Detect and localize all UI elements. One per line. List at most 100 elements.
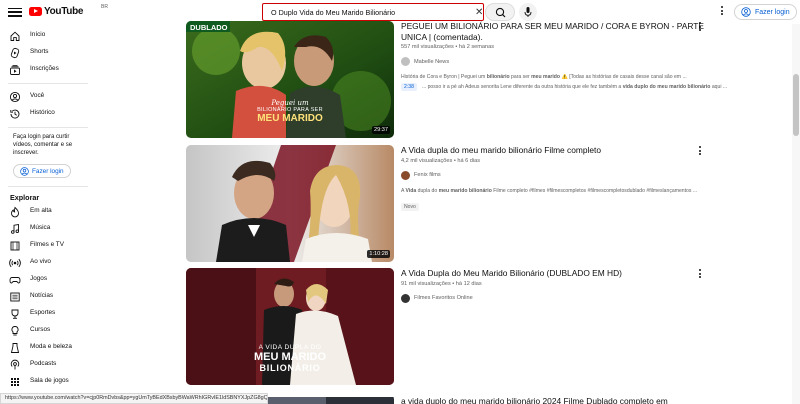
search-input[interactable] [271, 7, 461, 18]
sidebar-item-music[interactable]: Música [0, 221, 88, 237]
subscriptions-icon [10, 64, 20, 75]
sidebar-item-home[interactable]: Início [0, 28, 88, 44]
sidebar-item-label: Início [30, 31, 46, 38]
video-title[interactable]: A Vida dupla do meu marido bilionário Fi… [401, 145, 731, 156]
fashion-icon [10, 343, 20, 353]
home-icon [10, 31, 20, 41]
trending-icon [11, 206, 19, 218]
courses-icon [11, 326, 19, 336]
microphone-icon [524, 7, 532, 17]
account-icon [20, 166, 29, 176]
channel-link[interactable]: Fenix films [401, 170, 731, 180]
channel-link[interactable]: Filmes Favoritos Online [401, 293, 731, 303]
sidebar-item-news[interactable]: Notícias [0, 289, 88, 305]
video-meta: 4,2 mil visualizações • há 6 dias [401, 157, 481, 164]
channel-name: Filmes Favoritos Online [414, 295, 473, 301]
thumbnail-image [186, 145, 394, 262]
gaming-icon [9, 277, 21, 284]
sidebar-item-label: Histórico [30, 109, 55, 116]
news-icon [10, 292, 20, 302]
scrollbar-thumb[interactable] [793, 74, 799, 136]
sidebar-item-gaming[interactable]: Jogos [0, 272, 88, 288]
video-title[interactable]: A Vida Dupla do Meu Marido Bilionário (D… [401, 268, 731, 279]
chapter-text: ... posso ir a pé ah Adeus senorita Lene… [421, 84, 728, 90]
explore-heading: Explorar [10, 193, 40, 202]
video-result[interactable]: a vida duplo do meu marido bilionário 20… [186, 394, 786, 404]
sidebar-item-movies[interactable]: Filmes e TV [0, 238, 88, 254]
sidebar-item-subscriptions[interactable]: Inscrições [0, 62, 88, 78]
shorts-icon [10, 47, 20, 59]
live-icon [9, 258, 21, 268]
youtube-logo[interactable]: YouTube BR [29, 4, 108, 17]
sidebar-item-courses[interactable]: Cursos [0, 323, 88, 339]
sidebar-item-label: Ao vivo [30, 258, 51, 265]
sidebar-item-fashion[interactable]: Moda e beleza [0, 340, 88, 356]
sidebar-item-trending[interactable]: Em alta [0, 204, 88, 220]
sidebar-item-label: Jogos [30, 275, 48, 282]
sidebar-item-sports[interactable]: Esportes [0, 306, 88, 322]
sidebar-item-shorts[interactable]: Shorts [0, 45, 88, 61]
sidebar-item-label: Cursos [30, 326, 51, 333]
video-result[interactable]: A VIDA DUPLA DO MEU MARIDO BILIONÁRIO A … [186, 268, 786, 388]
sidebar-item-playables[interactable]: Sala de jogos [0, 374, 88, 390]
video-duration: 29:37 [372, 126, 390, 134]
sidebar-item-history[interactable]: Histórico [0, 106, 88, 122]
video-result[interactable]: DUBLADO Peguei um BILIONÁRIO PARA SER ME… [186, 21, 786, 141]
search-button[interactable] [485, 3, 515, 21]
channel-link[interactable]: Mabelle News [401, 57, 731, 66]
video-title[interactable]: PEGUEI UM BILIONÁRIO PARA SER MEU MARIDO… [401, 21, 731, 42]
sidebar-item-label: Música [30, 224, 51, 231]
music-icon [11, 223, 20, 234]
sidebar-divider [8, 127, 88, 128]
video-meta: 557 mil visualizações • há 2 semanas [401, 44, 495, 50]
link-status-bar: https://www.youtube.com/watch?v=cjp0RmDv… [0, 393, 268, 404]
video-title[interactable]: a vida duplo do meu marido bilionário 20… [401, 396, 731, 404]
more-actions-icon[interactable] [697, 145, 703, 157]
channel-name: Fenix films [414, 172, 441, 178]
sidebar-item-label: Em alta [30, 207, 52, 214]
settings-more-icon[interactable] [720, 5, 724, 19]
more-actions-icon[interactable] [697, 21, 703, 33]
more-actions-icon[interactable] [697, 268, 703, 280]
voice-search-button[interactable] [519, 3, 537, 21]
playables-icon [11, 378, 19, 386]
thumbnail-text: BILIONÁRIO [259, 363, 321, 373]
hamburger-menu-icon[interactable] [8, 5, 22, 19]
sidebar-item-you[interactable]: Você [0, 89, 88, 105]
sports-icon [11, 309, 19, 319]
history-icon [10, 109, 20, 119]
login-button[interactable]: Fazer login [734, 4, 797, 20]
sidebar-login-button[interactable]: Fazer login [13, 164, 71, 178]
channel-avatar [401, 57, 410, 66]
sidebar-item-label: Podcasts [30, 360, 57, 367]
video-thumbnail[interactable]: DUBLADO Peguei um BILIONÁRIO PARA SER ME… [186, 21, 394, 138]
video-thumbnail[interactable]: A VIDA DUPLA DO MEU MARIDO BILIONÁRIO [186, 268, 394, 385]
video-thumbnail[interactable]: 1:10:28 [186, 145, 394, 262]
channel-avatar [401, 293, 410, 303]
search-icon [495, 7, 506, 18]
movies-icon [10, 241, 20, 251]
sidebar-item-label: Sala de jogos [30, 377, 69, 384]
video-result[interactable]: 1:10:28 A Vida dupla do meu marido bilio… [186, 145, 786, 265]
sidebar-item-label: Esportes [30, 309, 56, 316]
clear-search-icon[interactable]: ✕ [475, 7, 483, 18]
sidebar-divider [8, 83, 88, 84]
podcast-icon [10, 359, 20, 370]
sidebar-divider [8, 186, 88, 187]
sidebar-item-label: Filmes e TV [30, 241, 64, 248]
sidebar-item-live[interactable]: Ao vivo [0, 255, 88, 271]
page-scrollbar[interactable] [792, 24, 800, 404]
sidebar-item-label: Notícias [30, 292, 54, 299]
login-prompt-text: Faça login para curtir vídeos, comentar … [13, 134, 73, 157]
sidebar-item-podcasts[interactable]: Podcasts [0, 357, 88, 373]
user-icon [9, 91, 21, 103]
video-duration: 1:10:28 [367, 250, 390, 258]
login-label: Fazer login [755, 8, 790, 16]
youtube-play-icon [29, 7, 42, 16]
chapter-snippet[interactable]: 2:38 ... posso ir a pé ah Adeus senorita… [401, 83, 731, 91]
new-badge: Novo [401, 202, 419, 211]
thumbnail-text: Peguei um [271, 99, 309, 107]
sidebar-item-label: Moda e beleza [30, 343, 72, 350]
chapter-timestamp[interactable]: 2:38 [401, 83, 417, 91]
search-box[interactable]: ✕ [262, 3, 484, 21]
